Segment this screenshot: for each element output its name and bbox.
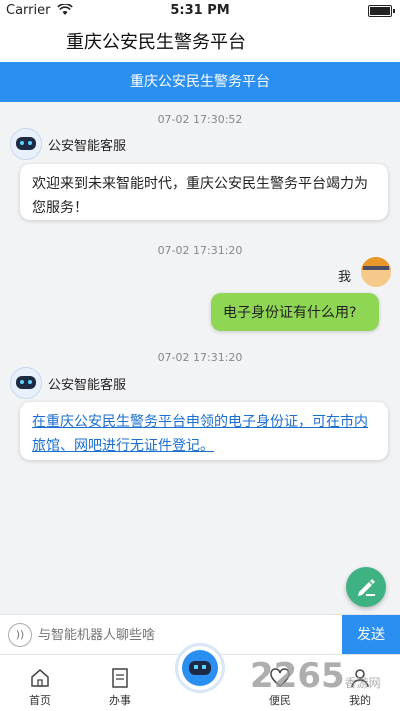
tab-services[interactable]: 办事 xyxy=(90,655,150,711)
tab-label: 首页 xyxy=(29,694,51,707)
watermark-sub: 香游网 xyxy=(344,676,381,690)
robot-center-button[interactable] xyxy=(175,643,225,693)
watermark-number: 2265 xyxy=(250,656,345,696)
tab-label: 办事 xyxy=(109,694,131,707)
bot-message-bubble: 欢迎来到未来智能时代，重庆公安民生警务平台竭力为您服务！ xyxy=(20,164,388,220)
chat-area[interactable]: 07-02 17:30:52 公安智能客服 欢迎来到未来智能时代，重庆公安民生警… xyxy=(0,102,400,614)
nav-bar: 重庆公安民生警务平台 xyxy=(0,62,400,102)
bot-name: 公安智能客服 xyxy=(48,139,127,154)
app-header: 重庆公安民生警务平台 xyxy=(0,22,400,62)
pencil-icon xyxy=(358,579,375,596)
send-button[interactable]: 发送 xyxy=(342,615,400,655)
app-title: 重庆公安民生警务平台 xyxy=(66,32,246,53)
bot-name: 公安智能客服 xyxy=(48,378,127,393)
bot-avatar xyxy=(10,128,42,160)
robot-icon xyxy=(182,650,218,686)
bot-avatar xyxy=(10,367,42,399)
home-icon xyxy=(31,669,49,687)
user-name: 我 xyxy=(338,270,352,285)
bot-message-link[interactable]: 在重庆公安民生警务平台申领的电子身份证，可在市内旅馆、网吧进行无证件登记。 xyxy=(20,402,388,460)
message-timestamp: 07-02 17:31:20 xyxy=(157,244,243,257)
document-icon xyxy=(112,668,128,688)
watermark: 2265香游网 xyxy=(250,656,381,696)
edit-button[interactable] xyxy=(346,567,386,607)
user-avatar xyxy=(361,257,391,287)
nav-title: 重庆公安民生警务平台 xyxy=(130,74,270,90)
tab-home[interactable]: 首页 xyxy=(10,655,70,711)
battery-icon xyxy=(368,5,395,17)
voice-icon[interactable]: )) xyxy=(8,623,32,647)
user-message-bubble: 电子身份证有什么用? xyxy=(211,293,379,331)
clock: 5:31 PM xyxy=(170,3,230,18)
status-bar: Carrier 5:31 PM xyxy=(0,0,400,22)
message-timestamp: 07-02 17:31:20 xyxy=(157,351,243,364)
message-timestamp: 07-02 17:30:52 xyxy=(157,113,243,126)
